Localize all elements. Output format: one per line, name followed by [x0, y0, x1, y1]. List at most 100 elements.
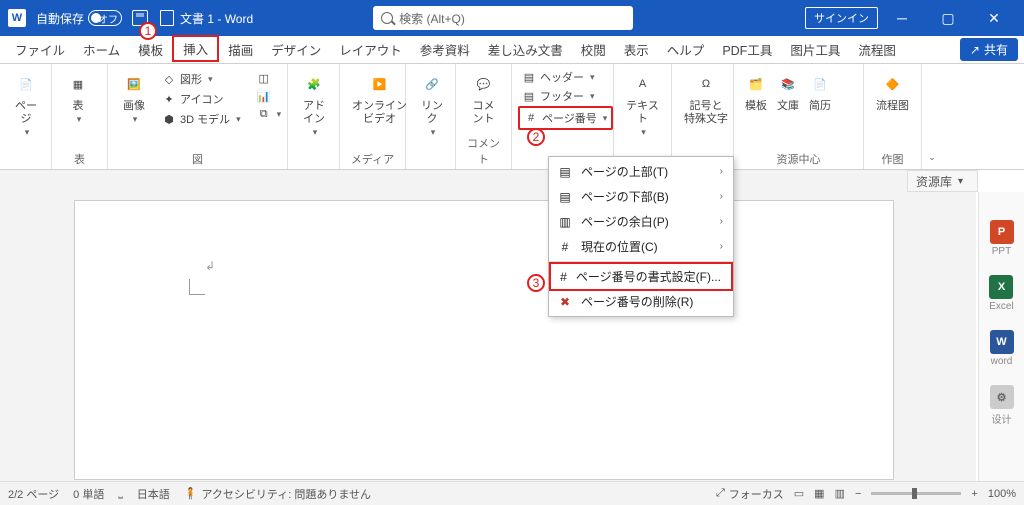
sidepanel-ppt[interactable]: P PPT	[990, 220, 1014, 257]
page-top-icon: ▤	[557, 164, 573, 180]
cube-icon: ⬢	[162, 112, 176, 126]
status-language[interactable]: 日本語	[137, 486, 170, 502]
tab-mailings[interactable]: 差し込み文書	[479, 36, 572, 63]
sidepanel-excel[interactable]: X Excel	[989, 275, 1013, 312]
online-video-button[interactable]: ▶️ オンライン ビデオ	[346, 68, 413, 128]
view-print-icon[interactable]: ▦	[814, 487, 824, 500]
tab-references[interactable]: 参考資料	[411, 36, 479, 63]
screenshot-button[interactable]: ⧉▾	[253, 106, 286, 122]
status-words[interactable]: 0 単語	[73, 486, 104, 502]
tab-pdf-tools[interactable]: PDF工具	[713, 36, 781, 63]
page-number-button[interactable]: # ページ番号▾	[518, 106, 613, 130]
zoom-in-button[interactable]: +	[971, 488, 977, 500]
ribbon-tabs: ファイル ホーム 模板 挿入 描画 デザイン レイアウト 参考資料 差し込み文書…	[0, 36, 1024, 64]
document-icon	[160, 10, 174, 26]
tab-home[interactable]: ホーム	[74, 36, 129, 63]
menuitem-current-position[interactable]: #現在の位置(C)›	[549, 234, 733, 259]
accessibility-icon: 🧍	[184, 487, 198, 500]
menuitem-remove-page-numbers[interactable]: ✖ページ番号の削除(R)	[549, 289, 733, 314]
page-break-indicator	[189, 279, 205, 295]
document-canvas[interactable]: ↲	[0, 170, 976, 481]
side-panel: P PPT X Excel W word ⚙ 设计	[978, 192, 1024, 481]
comment-icon: 💬	[470, 70, 498, 98]
status-pages[interactable]: 2/2 ページ	[8, 486, 59, 502]
share-button[interactable]: ↗共有	[960, 38, 1018, 61]
status-spellcheck-icon[interactable]: ⎵	[118, 487, 122, 500]
zoom-out-button[interactable]: −	[855, 488, 861, 500]
maximize-button[interactable]: ▢	[926, 0, 970, 36]
word-icon: W	[990, 330, 1014, 354]
symbol-button[interactable]: Ω 記号と 特殊文字	[678, 68, 734, 128]
page-icon: 📄	[12, 70, 40, 98]
menuitem-page-margin[interactable]: ▥ページの余白(P)›	[549, 209, 733, 234]
focus-icon: ⤢	[716, 487, 725, 500]
res-template-button[interactable]: 🗂️模板	[740, 68, 772, 115]
view-read-icon[interactable]: ▭	[794, 487, 804, 500]
search-input[interactable]: 検索 (Alt+Q)	[373, 6, 633, 30]
tab-flowchart[interactable]: 流程图	[849, 36, 905, 63]
autosave-label: 自動保存	[36, 10, 84, 27]
comment-button[interactable]: 💬 コメント	[462, 68, 505, 128]
tab-insert[interactable]: 挿入	[172, 35, 219, 62]
toggle-pill[interactable]: オフ	[88, 10, 122, 26]
footer-button[interactable]: ▤フッター▾	[518, 87, 599, 105]
tab-templates[interactable]: 模板	[129, 36, 172, 63]
minimize-button[interactable]: ─	[880, 0, 924, 36]
status-bar: 2/2 ページ 0 単語 ⎵ 日本語 🧍 アクセシビリティ: 問題ありません ⤢…	[0, 481, 1024, 505]
zoom-value[interactable]: 100%	[988, 488, 1016, 500]
resource-library-tab[interactable]: 资源库▾	[907, 170, 978, 192]
shapes-button[interactable]: ◇図形▾	[158, 70, 245, 88]
close-button[interactable]: ✕	[972, 0, 1016, 36]
tab-help[interactable]: ヘルプ	[658, 36, 714, 63]
res-resume-button[interactable]: 📄简历	[804, 68, 836, 115]
tab-image-tools[interactable]: 图片工具	[781, 36, 849, 63]
tab-view[interactable]: 表示	[615, 36, 658, 63]
symbol-icon: Ω	[692, 70, 720, 98]
remove-icon: ✖	[557, 294, 573, 310]
sidepanel-design[interactable]: ⚙ 设计	[990, 385, 1014, 426]
view-web-icon[interactable]: ▥	[835, 487, 845, 500]
resume-icon: 📄	[806, 70, 834, 98]
ribbon-pane: 📄 ページ▾ ▦ 表▾ 表 🖼️ 画像▾ ◇図形▾ ✦アイコン ⬢3D モデル▾	[0, 64, 1024, 170]
annotation-3: 3	[527, 274, 545, 292]
menuitem-page-top[interactable]: ▤ページの上部(T)›	[549, 159, 733, 184]
tab-file[interactable]: ファイル	[6, 36, 74, 63]
flowchart-button[interactable]: 🔶 流程图	[870, 68, 915, 115]
header-button[interactable]: ▤ヘッダー▾	[518, 68, 599, 86]
link-icon: 🔗	[418, 70, 446, 98]
status-focus[interactable]: ⤢フォーカス	[716, 486, 784, 502]
addins-button[interactable]: 🧩 アドイン▾	[294, 68, 334, 142]
sidepanel-word[interactable]: W word	[990, 330, 1014, 367]
icons-button[interactable]: ✦アイコン	[158, 90, 245, 108]
pages-button[interactable]: 📄 ページ▾	[6, 68, 46, 142]
status-accessibility[interactable]: 🧍 アクセシビリティ: 問題ありません	[184, 486, 371, 502]
autosave-toggle[interactable]: 自動保存 オフ	[36, 10, 122, 27]
footer-icon: ▤	[522, 89, 536, 103]
3dmodels-button[interactable]: ⬢3D モデル▾	[158, 110, 245, 128]
smartart-button[interactable]: ◫	[253, 70, 286, 86]
text-button[interactable]: A テキスト▾	[620, 68, 665, 142]
signin-button[interactable]: サインイン	[805, 7, 878, 29]
screenshot-icon: ⧉	[257, 107, 271, 121]
group-label-zu: 図	[114, 149, 281, 167]
page-number-icon: #	[524, 111, 538, 125]
page[interactable]: ↲	[74, 200, 894, 480]
stock-icon: 📚	[774, 70, 802, 98]
ribbon-collapse-button[interactable]: ⌄	[928, 152, 936, 163]
zoom-slider[interactable]	[871, 492, 961, 495]
pictures-button[interactable]: 🖼️ 画像▾	[114, 68, 154, 128]
menuitem-format-page-numbers[interactable]: #ページ番号の書式設定(F)...	[549, 262, 733, 291]
tab-review[interactable]: 校閲	[572, 36, 615, 63]
links-button[interactable]: 🔗 リンク▾	[412, 68, 452, 142]
tab-layout[interactable]: レイアウト	[330, 36, 411, 63]
chart-button[interactable]: 📊	[253, 88, 286, 104]
menuitem-page-bottom[interactable]: ▤ページの下部(B)›	[549, 184, 733, 209]
res-stock-button[interactable]: 📚文庫	[772, 68, 804, 115]
tab-draw[interactable]: 描画	[219, 36, 262, 63]
header-icon: ▤	[522, 70, 536, 84]
excel-icon: X	[989, 275, 1013, 299]
video-icon: ▶️	[366, 70, 394, 98]
table-button[interactable]: ▦ 表▾	[58, 68, 98, 128]
word-app-icon: W	[8, 9, 26, 27]
tab-design[interactable]: デザイン	[262, 36, 330, 63]
